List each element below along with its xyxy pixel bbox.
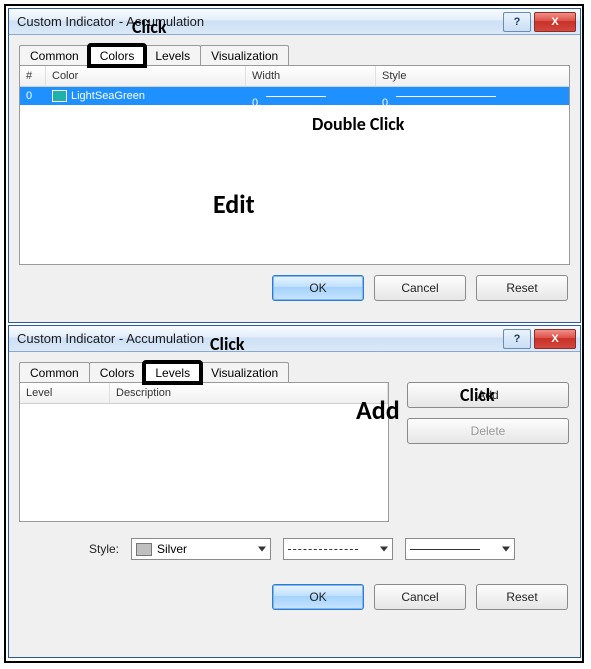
levels-list[interactable]: Level Description — [19, 382, 389, 522]
colors-panel: # Color Width Style 0 LightSeaGreen 0. 0… — [19, 65, 570, 265]
color-swatch-icon — [52, 90, 67, 102]
tab-levels[interactable]: Levels — [144, 45, 201, 66]
chevron-down-icon — [258, 547, 266, 552]
cancel-button[interactable]: Cancel — [374, 584, 466, 610]
tab-strip: Common Colors Levels Visualization — [9, 41, 580, 65]
tab-visualization[interactable]: Visualization — [200, 362, 289, 383]
dialog-buttons: OK Cancel Reset — [9, 265, 580, 309]
close-icon: X — [551, 333, 558, 345]
dialog-levels: Custom Indicator - Accumulation ? X Comm… — [8, 325, 581, 658]
style-row: Style: Silver — [19, 538, 570, 560]
cell-index: 0 — [20, 90, 46, 102]
tab-visualization[interactable]: Visualization — [200, 45, 289, 66]
col-index[interactable]: # — [20, 66, 46, 86]
titlebar[interactable]: Custom Indicator - Accumulation ? X — [9, 9, 580, 35]
tab-common[interactable]: Common — [19, 362, 90, 383]
ok-button[interactable]: OK — [272, 584, 364, 610]
level-side-buttons: Add Delete — [407, 382, 567, 454]
cancel-button[interactable]: Cancel — [374, 275, 466, 301]
width-preview-icon — [266, 96, 326, 97]
colors-table-header: # Color Width Style — [20, 66, 569, 87]
col-description[interactable]: Description — [110, 383, 388, 403]
cell-style: 0. — [376, 96, 569, 97]
silver-swatch-icon — [136, 543, 152, 556]
help-icon: ? — [514, 333, 521, 345]
width-value: 0. — [252, 97, 261, 109]
reset-button[interactable]: Reset — [476, 275, 568, 301]
style-color-value: Silver — [157, 542, 187, 556]
close-button[interactable]: X — [534, 329, 576, 349]
cell-color: LightSeaGreen — [46, 90, 246, 102]
col-width[interactable]: Width — [246, 66, 376, 86]
ok-button[interactable]: OK — [272, 275, 364, 301]
close-button[interactable]: X — [534, 12, 576, 32]
style-dash-combo[interactable] — [283, 538, 393, 560]
style-value: 0. — [382, 97, 391, 109]
col-level[interactable]: Level — [20, 383, 110, 403]
dash-preview-icon — [288, 549, 358, 550]
tab-common[interactable]: Common — [19, 45, 90, 66]
tab-levels[interactable]: Levels — [144, 362, 201, 383]
tab-colors[interactable]: Colors — [89, 45, 146, 66]
col-style[interactable]: Style — [376, 66, 569, 86]
solid-preview-icon — [410, 549, 480, 550]
dialog-buttons: OK Cancel Reset — [9, 574, 580, 618]
close-icon: X — [551, 16, 558, 28]
tab-strip: Common Colors Levels Visualization — [9, 358, 580, 382]
chevron-down-icon — [380, 547, 388, 552]
add-button[interactable]: Add — [407, 382, 569, 408]
chevron-down-icon — [502, 547, 510, 552]
delete-button[interactable]: Delete — [407, 418, 569, 444]
help-button[interactable]: ? — [503, 12, 531, 32]
style-preview-icon — [396, 96, 496, 97]
levels-table-header: Level Description — [20, 383, 388, 404]
help-icon: ? — [514, 16, 521, 28]
color-name: LightSeaGreen — [71, 90, 145, 102]
style-color-combo[interactable]: Silver — [131, 538, 271, 560]
window-title: Custom Indicator - Accumulation — [17, 331, 500, 346]
style-label: Style: — [79, 542, 119, 556]
window-title: Custom Indicator - Accumulation — [17, 14, 500, 29]
table-row[interactable]: 0 LightSeaGreen 0. 0. — [20, 87, 569, 105]
style-width-combo[interactable] — [405, 538, 515, 560]
tab-colors[interactable]: Colors — [89, 362, 146, 383]
cell-width: 0. — [246, 96, 376, 97]
levels-body: Level Description Add Delete Style: Silv… — [19, 382, 570, 560]
titlebar[interactable]: Custom Indicator - Accumulation ? X — [9, 326, 580, 352]
dialog-colors: Custom Indicator - Accumulation ? X Comm… — [8, 8, 581, 323]
help-button[interactable]: ? — [503, 329, 531, 349]
reset-button[interactable]: Reset — [476, 584, 568, 610]
col-color[interactable]: Color — [46, 66, 246, 86]
